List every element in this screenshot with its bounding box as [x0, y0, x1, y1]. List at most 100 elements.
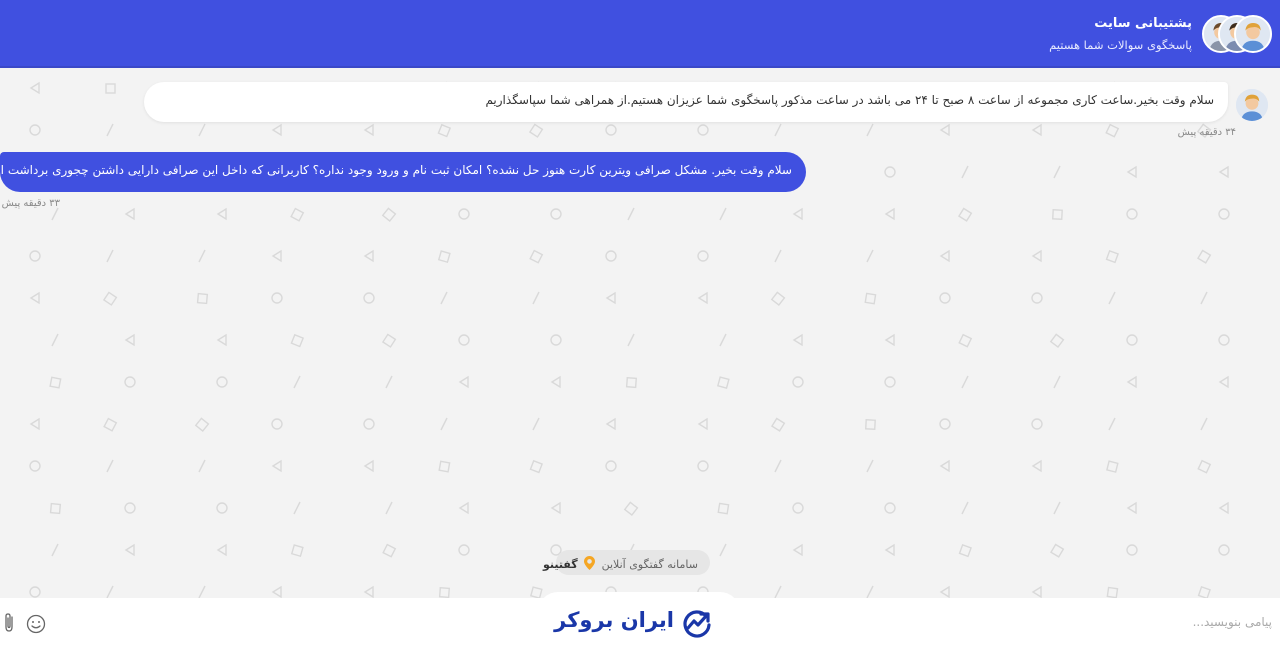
- pattern-shape: [216, 543, 227, 557]
- pattern-shape: [529, 459, 544, 474]
- pattern-shape: [363, 123, 374, 137]
- pattern-shape: [124, 502, 136, 514]
- pattern-shape: [1050, 543, 1065, 558]
- pattern-shape: [1126, 501, 1137, 515]
- pattern-shape: [884, 207, 895, 221]
- pattern-shape: [939, 418, 951, 430]
- pattern-shape: [1031, 249, 1042, 263]
- pattern-shape: [106, 123, 114, 137]
- pattern-shape: [124, 376, 136, 388]
- pattern-shape: [1031, 292, 1043, 304]
- pattern-shape: [363, 459, 374, 473]
- pattern-shape: [1197, 459, 1212, 474]
- pattern-shape: [458, 544, 470, 556]
- pattern-shape: [440, 291, 448, 305]
- support-avatars: [1202, 15, 1274, 55]
- pattern-shape: [865, 419, 876, 430]
- location-pin-icon: [584, 556, 596, 570]
- pattern-shape: [51, 333, 59, 347]
- agent-avatar: [1236, 89, 1268, 121]
- pattern-shape: [194, 417, 210, 433]
- pattern-shape: [1105, 249, 1119, 264]
- emoji-icon[interactable]: [26, 614, 46, 634]
- pattern-shape: [438, 586, 451, 598]
- pattern-shape: [884, 166, 896, 178]
- pattern-shape: [106, 459, 114, 473]
- pattern-shape: [1031, 123, 1042, 137]
- pattern-shape: [1053, 501, 1061, 515]
- pattern-shape: [866, 585, 874, 598]
- user-message-bubble: سلام وقت بخیر. مشکل صرافی ویترین کارت هن…: [0, 152, 806, 192]
- pattern-shape: [774, 459, 782, 473]
- pattern-shape: [1126, 208, 1138, 220]
- pattern-shape: [1053, 165, 1061, 179]
- pattern-shape: [1126, 334, 1138, 346]
- header-subtitle: پاسخگوی سوالات شما هستیم: [1049, 38, 1192, 52]
- pattern-shape: [290, 207, 305, 222]
- pattern-shape: [216, 333, 227, 347]
- pattern-shape: [363, 292, 375, 304]
- pattern-shape: [103, 417, 118, 432]
- pattern-shape: [625, 376, 638, 389]
- pattern-shape: [866, 459, 874, 473]
- pattern-shape: [124, 333, 135, 347]
- pattern-shape: [271, 292, 283, 304]
- pattern-shape: [49, 502, 62, 515]
- pattern-shape: [29, 291, 40, 305]
- pattern-shape: [1108, 417, 1116, 431]
- pattern-shape: [198, 249, 206, 263]
- pattern-shape: [1106, 586, 1119, 598]
- pattern-shape: [774, 249, 782, 263]
- pattern-shape: [792, 207, 803, 221]
- pattern-shape: [1105, 123, 1120, 138]
- pattern-shape: [550, 375, 561, 389]
- pattern-shape: [532, 291, 540, 305]
- pattern-shape: [623, 501, 639, 517]
- pattern-shape: [1106, 460, 1119, 473]
- pattern-shape: [363, 418, 375, 430]
- pattern-shape: [939, 585, 950, 598]
- pattern-shape: [550, 208, 562, 220]
- pattern-shape: [385, 501, 393, 515]
- growth-chart-icon: [683, 610, 711, 638]
- pattern-shape: [958, 543, 972, 558]
- pattern-shape: [529, 586, 543, 598]
- pattern-shape: [697, 417, 708, 431]
- pattern-shape: [1218, 375, 1229, 389]
- pattern-shape: [363, 585, 374, 598]
- pattern-shape: [1108, 291, 1116, 305]
- pattern-shape: [290, 333, 305, 348]
- pattern-shape: [770, 291, 786, 307]
- pattern-shape: [216, 207, 227, 221]
- pattern-shape: [1126, 375, 1137, 389]
- pattern-shape: [884, 502, 896, 514]
- iranbroker-logo: ایران بروکر: [554, 606, 716, 640]
- pattern-shape: [458, 501, 469, 515]
- pattern-shape: [440, 417, 448, 431]
- powered-by-badge[interactable]: سامانه گفتگوی آنلاین گفتینو: [543, 550, 710, 575]
- pattern-shape: [29, 250, 41, 262]
- background-pattern: [29, 81, 1230, 598]
- pattern-shape: [437, 250, 451, 264]
- pattern-shape: [105, 83, 116, 94]
- pattern-shape: [29, 417, 40, 431]
- pattern-shape: [939, 249, 950, 263]
- pattern-shape: [458, 334, 470, 346]
- pattern-shape: [458, 375, 469, 389]
- agent-message-time: ۳۴ دقیقه پیش: [1177, 127, 1236, 138]
- pattern-shape: [884, 333, 895, 347]
- pattern-shape: [697, 460, 709, 472]
- pattern-shape: [1200, 291, 1208, 305]
- pattern-shape: [1049, 333, 1065, 348]
- pattern-shape: [1218, 501, 1229, 515]
- pattern-shape: [1126, 544, 1138, 556]
- pattern-shape: [550, 501, 561, 515]
- logo-text: ایران بروکر: [554, 608, 674, 632]
- pattern-shape: [29, 81, 40, 95]
- pattern-shape: [697, 250, 709, 262]
- pattern-shape: [49, 376, 62, 389]
- pattern-shape: [51, 543, 59, 557]
- pattern-shape: [1218, 334, 1230, 346]
- pattern-shape: [385, 375, 393, 389]
- attachment-icon[interactable]: [2, 612, 16, 634]
